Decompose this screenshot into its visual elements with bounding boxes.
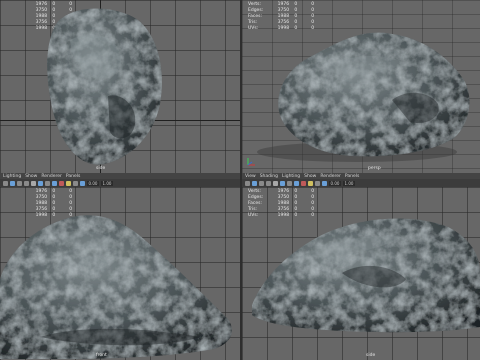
menu-lighting[interactable]: Lighting (3, 174, 21, 179)
exposure-field[interactable]: 0.00 (329, 180, 341, 186)
move-icon[interactable] (10, 180, 15, 186)
light-icon[interactable] (308, 180, 313, 186)
camera-label: persp (368, 166, 381, 171)
camera-label: front (96, 353, 107, 358)
menu-lighting[interactable]: Lighting (282, 174, 300, 179)
viewport-bottom-right[interactable]: Verts: 1976 0 0 Edges: 3750 0 0 Faces: 1988 0 0 T… (242, 187, 480, 360)
select-icon[interactable] (245, 180, 250, 186)
viewport-bottom-left[interactable]: Verts:197600 Edges:375000 Faces:198800 T… (0, 187, 240, 360)
menu-shading[interactable]: Shading (260, 174, 278, 179)
camera-icon[interactable] (273, 180, 278, 186)
smooth-shade-icon[interactable] (294, 180, 299, 186)
wireframe-icon[interactable] (45, 180, 50, 186)
viewport-top-right[interactable]: Verts: 1976 0 0 Edges: 3750 0 0 Faces: 1988 0 0 T… (242, 0, 480, 173)
rock-model-front[interactable] (0, 187, 240, 360)
light-icon[interactable] (66, 180, 71, 186)
rock-model-side[interactable] (0, 0, 240, 173)
camera-icon[interactable] (31, 180, 36, 186)
scale-icon[interactable] (266, 180, 271, 186)
scale-icon[interactable] (24, 180, 29, 186)
smooth-shade-icon[interactable] (52, 180, 57, 186)
gamma-field[interactable]: 1.00 (101, 180, 113, 186)
shadow-icon[interactable] (315, 180, 320, 186)
menu-renderer[interactable]: Renderer (320, 174, 341, 179)
rock-model-side-b[interactable] (242, 187, 480, 360)
shadow-icon[interactable] (73, 180, 78, 186)
toolbar-right: 0.00 1.00 (242, 179, 480, 187)
grid-icon[interactable] (38, 180, 43, 186)
grid-icon[interactable] (280, 180, 285, 186)
rock-model-persp[interactable] (242, 0, 480, 173)
menu-renderer[interactable]: Renderer (41, 174, 62, 179)
menu-panels[interactable]: Panels (345, 174, 359, 179)
menu-show[interactable]: Show (25, 174, 37, 179)
axis-gizmo-icon (247, 158, 255, 166)
toolbar-left: 0.00 1.00 (0, 179, 243, 187)
exposure-field[interactable]: 0.00 (87, 180, 99, 186)
select-icon[interactable] (3, 180, 8, 186)
menu-show[interactable]: Show (304, 174, 316, 179)
gamma-field[interactable]: 1.00 (343, 180, 355, 186)
xray-icon[interactable] (322, 180, 327, 186)
xray-icon[interactable] (80, 180, 85, 186)
menu-panels[interactable]: Panels (66, 174, 80, 179)
texture-icon[interactable] (301, 180, 306, 186)
wireframe-icon[interactable] (287, 180, 292, 186)
viewport-divider (240, 0, 242, 360)
rotate-icon[interactable] (259, 180, 264, 186)
texture-icon[interactable] (59, 180, 64, 186)
rotate-icon[interactable] (17, 180, 22, 186)
move-icon[interactable] (252, 180, 257, 186)
viewport-top-left[interactable]: Verts:197600 Edges:375000 Faces:198800 T… (0, 0, 240, 173)
menu-view[interactable]: View (245, 174, 256, 179)
camera-label: side (96, 166, 106, 171)
camera-label: side (366, 353, 376, 358)
